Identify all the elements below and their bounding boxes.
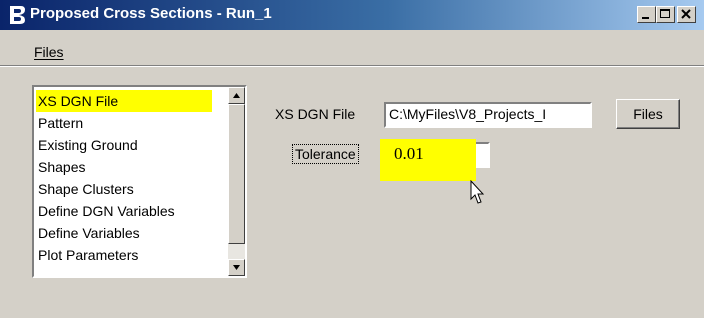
list-scrollbar[interactable] bbox=[228, 87, 245, 276]
list-item-xs-dgn-file[interactable]: XS DGN File bbox=[36, 90, 212, 112]
close-button[interactable] bbox=[677, 6, 696, 23]
scroll-thumb[interactable] bbox=[228, 104, 245, 244]
list-item-shapes[interactable]: Shapes bbox=[36, 156, 85, 178]
proposed-cross-sections-dialog: { "window": { "title": "Proposed Cross S… bbox=[0, 0, 704, 318]
scroll-down-button[interactable] bbox=[228, 259, 245, 276]
maximize-button[interactable] bbox=[656, 6, 675, 23]
list-item-existing-ground[interactable]: Existing Ground bbox=[36, 134, 138, 156]
menu-separator bbox=[0, 65, 704, 67]
tolerance-value: 0.01 bbox=[394, 144, 424, 163]
xs-dgn-file-label: XS DGN File bbox=[275, 106, 356, 122]
window-title: Proposed Cross Sections - Run_1 bbox=[30, 5, 272, 22]
mouse-pointer-icon bbox=[470, 180, 485, 204]
title-bar: Proposed Cross Sections - Run_1 bbox=[0, 0, 704, 30]
files-button[interactable]: Files bbox=[616, 99, 680, 129]
menu-files[interactable]: Files bbox=[34, 44, 64, 60]
arrow-down-icon bbox=[233, 265, 240, 270]
tolerance-value-highlight: 0.01 bbox=[380, 139, 476, 181]
list-item-shape-clusters[interactable]: Shape Clusters bbox=[36, 178, 134, 200]
list-item-pattern[interactable]: Pattern bbox=[36, 112, 83, 134]
scroll-up-button[interactable] bbox=[228, 87, 245, 104]
list-item-define-variables[interactable]: Define Variables bbox=[36, 222, 140, 244]
close-icon bbox=[681, 9, 691, 19]
list-item-plot-parameters[interactable]: Plot Parameters bbox=[36, 244, 138, 266]
minimize-icon bbox=[642, 17, 649, 19]
arrow-up-icon bbox=[233, 93, 240, 98]
tolerance-label: Tolerance bbox=[292, 144, 359, 164]
bentley-b-icon bbox=[10, 6, 25, 24]
xs-dgn-file-input[interactable]: C:\MyFiles\V8_Projects_I bbox=[384, 102, 592, 128]
minimize-button[interactable] bbox=[637, 6, 656, 23]
list-item-define-dgn-variables[interactable]: Define DGN Variables bbox=[36, 200, 175, 222]
category-list[interactable]: XS DGN File Pattern Existing Ground Shap… bbox=[32, 85, 247, 278]
category-list-items: XS DGN File Pattern Existing Ground Shap… bbox=[34, 87, 214, 276]
maximize-icon bbox=[660, 9, 670, 18]
